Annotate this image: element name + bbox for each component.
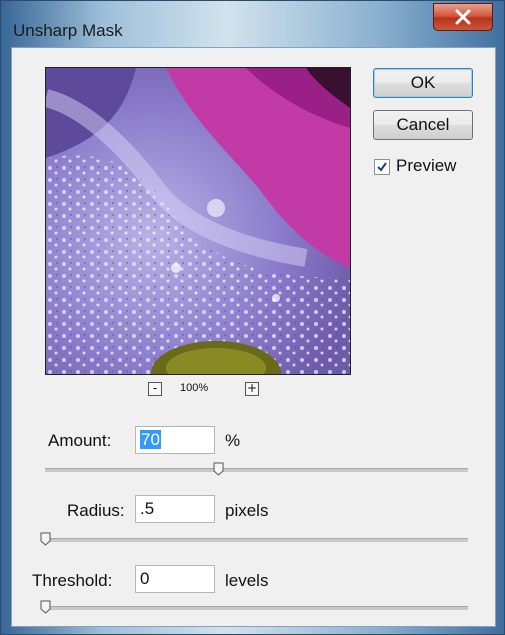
radius-unit: pixels (225, 501, 269, 520)
preview-label[interactable]: Preview (396, 156, 456, 176)
amount-slider-thumb[interactable] (213, 462, 224, 476)
amount-value: 70 (140, 430, 161, 449)
radius-value: .5 (140, 499, 155, 518)
zoom-level: 100% (180, 382, 209, 394)
zoom-in-button[interactable]: + (245, 382, 259, 396)
radius-label: Radius: (67, 501, 125, 520)
threshold-label: Threshold: (32, 571, 113, 590)
radius-slider-thumb[interactable] (40, 532, 51, 546)
threshold-value: 0 (140, 569, 150, 588)
preview-image[interactable] (45, 67, 351, 375)
ok-button[interactable]: OK (373, 68, 473, 98)
amount-label: Amount: (48, 431, 112, 450)
threshold-slider-thumb[interactable] (40, 600, 51, 614)
radius-slider[interactable] (45, 538, 468, 542)
cancel-button[interactable]: Cancel (373, 110, 473, 140)
amount-unit: % (225, 431, 241, 450)
dialog-body: OK Cancel Preview - 100% + Amount: 70 % … (11, 47, 496, 627)
preview-checkbox[interactable] (374, 159, 390, 175)
close-icon (455, 9, 471, 25)
window-title: Unsharp Mask (13, 21, 123, 40)
threshold-field[interactable]: 0 (135, 565, 215, 593)
amount-field[interactable]: 70 (135, 426, 215, 454)
dialog-window: Unsharp Mask OK Cancel Preview - 100% + … (0, 0, 505, 635)
checkmark-icon (377, 162, 387, 172)
amount-slider[interactable] (45, 468, 468, 472)
radius-field[interactable]: .5 (135, 495, 215, 523)
title-bar[interactable]: Unsharp Mask (1, 1, 505, 47)
close-button[interactable] (433, 3, 493, 31)
zoom-out-button[interactable]: - (148, 382, 162, 396)
threshold-unit: levels (225, 571, 269, 590)
threshold-slider[interactable] (45, 606, 468, 610)
